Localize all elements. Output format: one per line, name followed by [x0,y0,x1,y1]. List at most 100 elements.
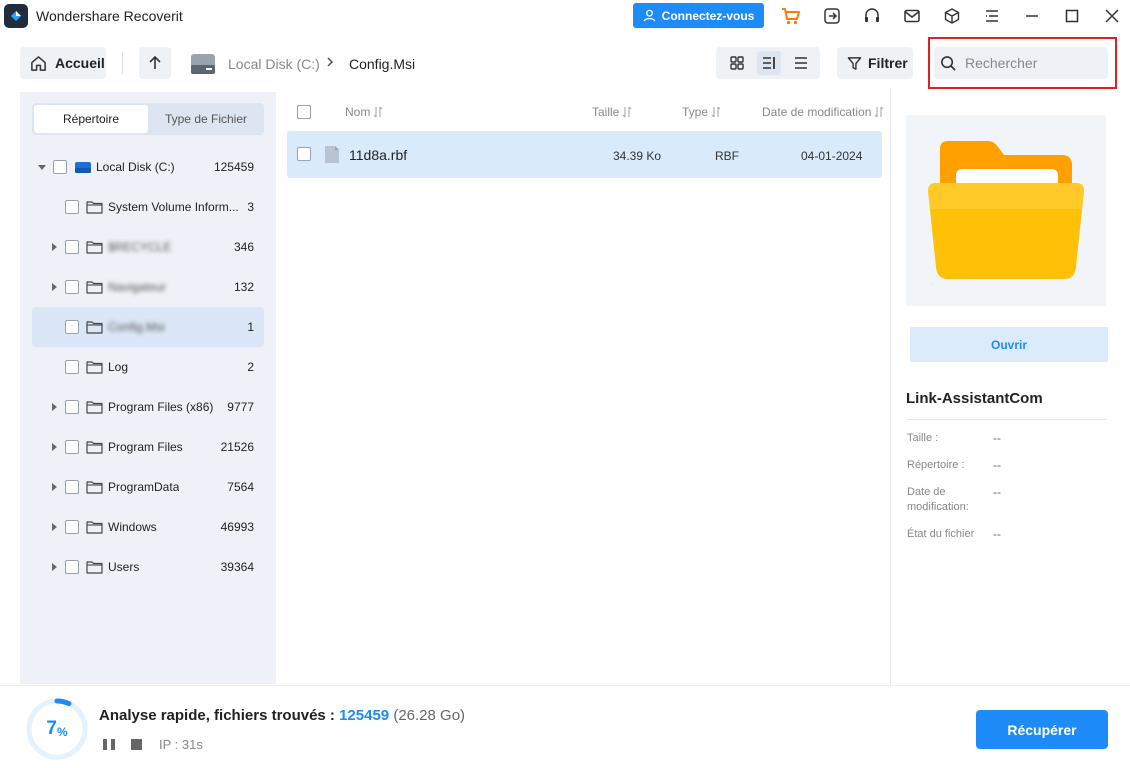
tree-row-system-volume[interactable]: System Volume Inform... 3 [32,187,264,227]
meta-date-label: Date de modification: [907,486,969,513]
menu-icon[interactable] [981,5,1003,27]
stop-icon[interactable] [130,738,143,751]
tree-row-local-disk[interactable]: Local Disk (C:) 125459 [32,147,264,187]
grid-view-icon[interactable] [725,51,749,75]
filter-button[interactable]: Filtrer [837,47,913,79]
tree-count: 21526 [220,440,254,454]
scan-status: Analyse rapide, fichiers trouvés : 12545… [99,707,465,724]
tree-checkbox[interactable] [53,160,67,174]
tree-row-navigateur[interactable]: Navigateur 132 [32,267,264,307]
column-type[interactable]: Type [682,105,721,119]
meta-state-label: État du fichier [907,528,975,540]
export-icon[interactable] [821,5,843,27]
caret-right-icon[interactable] [49,282,59,292]
tree-checkbox[interactable] [65,520,79,534]
filter-label: Filtrer [868,55,908,71]
meta-state-value: -- [993,527,1001,541]
tree-checkbox[interactable] [65,360,79,374]
list-view-icon[interactable] [789,51,813,75]
tree-count: 3 [247,200,254,214]
file-size: 34.39 Ko [613,149,662,163]
recover-button[interactable]: Récupérer [976,710,1108,749]
breadcrumb-disk[interactable]: Local Disk (C:) [228,56,320,72]
tree-count: 132 [233,280,254,294]
scan-label: Analyse rapide, fichiers trouvés : [99,707,335,724]
file-name: 11d8a.rbf [349,147,408,163]
caret-right-icon[interactable] [49,522,59,532]
tree-count: 7564 [227,480,254,494]
mail-icon[interactable] [901,5,923,27]
tree-row-program-files[interactable]: Program Files 21526 [32,427,264,467]
preview-divider [906,419,1107,420]
tree-row-windows[interactable]: Windows 46993 [32,507,264,547]
tree-checkbox[interactable] [65,320,79,334]
folder-icon [86,320,103,334]
caret-right-icon[interactable] [49,562,59,572]
home-icon [30,55,47,72]
scan-progress-text: 7% [26,698,88,760]
caret-right-icon[interactable] [49,402,59,412]
meta-dir-label: Répertoire : [907,459,965,471]
tree-label: Program Files (x86) [108,400,214,414]
home-button[interactable]: Accueil [20,47,106,79]
caret-right-icon[interactable] [49,242,59,252]
box-icon[interactable] [941,5,963,27]
cart-icon[interactable] [780,5,802,27]
caret-right-icon[interactable] [49,442,59,452]
select-all-checkbox[interactable] [297,105,311,119]
filter-icon [847,56,862,71]
caret-down-icon[interactable] [37,162,47,172]
tree-row-config-msi[interactable]: Config.Msi 1 [32,307,264,347]
open-button[interactable]: Ouvrir [910,327,1108,362]
tree-checkbox[interactable] [65,440,79,454]
tree-checkbox[interactable] [65,480,79,494]
column-size[interactable]: Taille [592,105,632,119]
headset-icon[interactable] [861,5,883,27]
tree-label: ProgramData [108,480,180,494]
chevron-right-icon [325,55,335,69]
folder-icon [86,520,103,534]
tree-row-programdata[interactable]: ProgramData 7564 [32,467,264,507]
tree-row-recycle[interactable]: $RECYCLE 346 [32,227,264,267]
pause-icon[interactable] [102,738,116,751]
tree-count: 1 [247,320,254,334]
maximize-icon[interactable] [1061,5,1083,27]
search-input[interactable] [965,55,1105,71]
tab-file-type[interactable]: Type de Fichier [150,105,262,133]
found-size: (26.28 Go) [393,707,466,724]
login-button[interactable]: Connectez-vous [633,3,764,28]
tree-label: System Volume Inform... [108,200,239,214]
drive-icon [75,160,91,174]
caret-right-icon[interactable] [49,482,59,492]
search-icon [940,55,957,72]
breadcrumb-folder[interactable]: Config.Msi [349,56,415,72]
tree-count: 46993 [220,520,254,534]
close-icon[interactable] [1101,5,1123,27]
column-name[interactable]: Nom [345,105,383,119]
tree-count: 2 [247,360,254,374]
details-view-icon[interactable] [757,51,781,75]
tree-checkbox[interactable] [65,200,79,214]
tree-count: 346 [233,240,254,254]
found-count: 125459 [339,707,390,724]
table-row[interactable]: 11d8a.rbf 34.39 Ko RBF 04-01-2024 [287,131,882,178]
search-box[interactable] [934,47,1108,79]
tree-row-users[interactable]: Users 39364 [32,547,264,587]
minimize-icon[interactable] [1021,5,1043,27]
column-date[interactable]: Date de modification [762,105,884,119]
column-type-label: Type [682,105,709,119]
tree-checkbox[interactable] [65,280,79,294]
panel-divider [890,88,891,685]
sort-icon [874,106,884,118]
arrow-up-icon [147,55,163,71]
tree-checkbox[interactable] [65,400,79,414]
tree-row-log[interactable]: Log 2 [32,347,264,387]
tree-checkbox[interactable] [65,240,79,254]
meta-date-value: -- [993,485,1001,499]
tree-checkbox[interactable] [65,560,79,574]
up-button[interactable] [139,47,171,79]
tree-row-program-files-x86[interactable]: Program Files (x86) 9777 [32,387,264,427]
tab-repertoire[interactable]: Répertoire [34,105,148,133]
tree-label: Users [108,560,140,574]
row-checkbox[interactable] [297,147,311,161]
